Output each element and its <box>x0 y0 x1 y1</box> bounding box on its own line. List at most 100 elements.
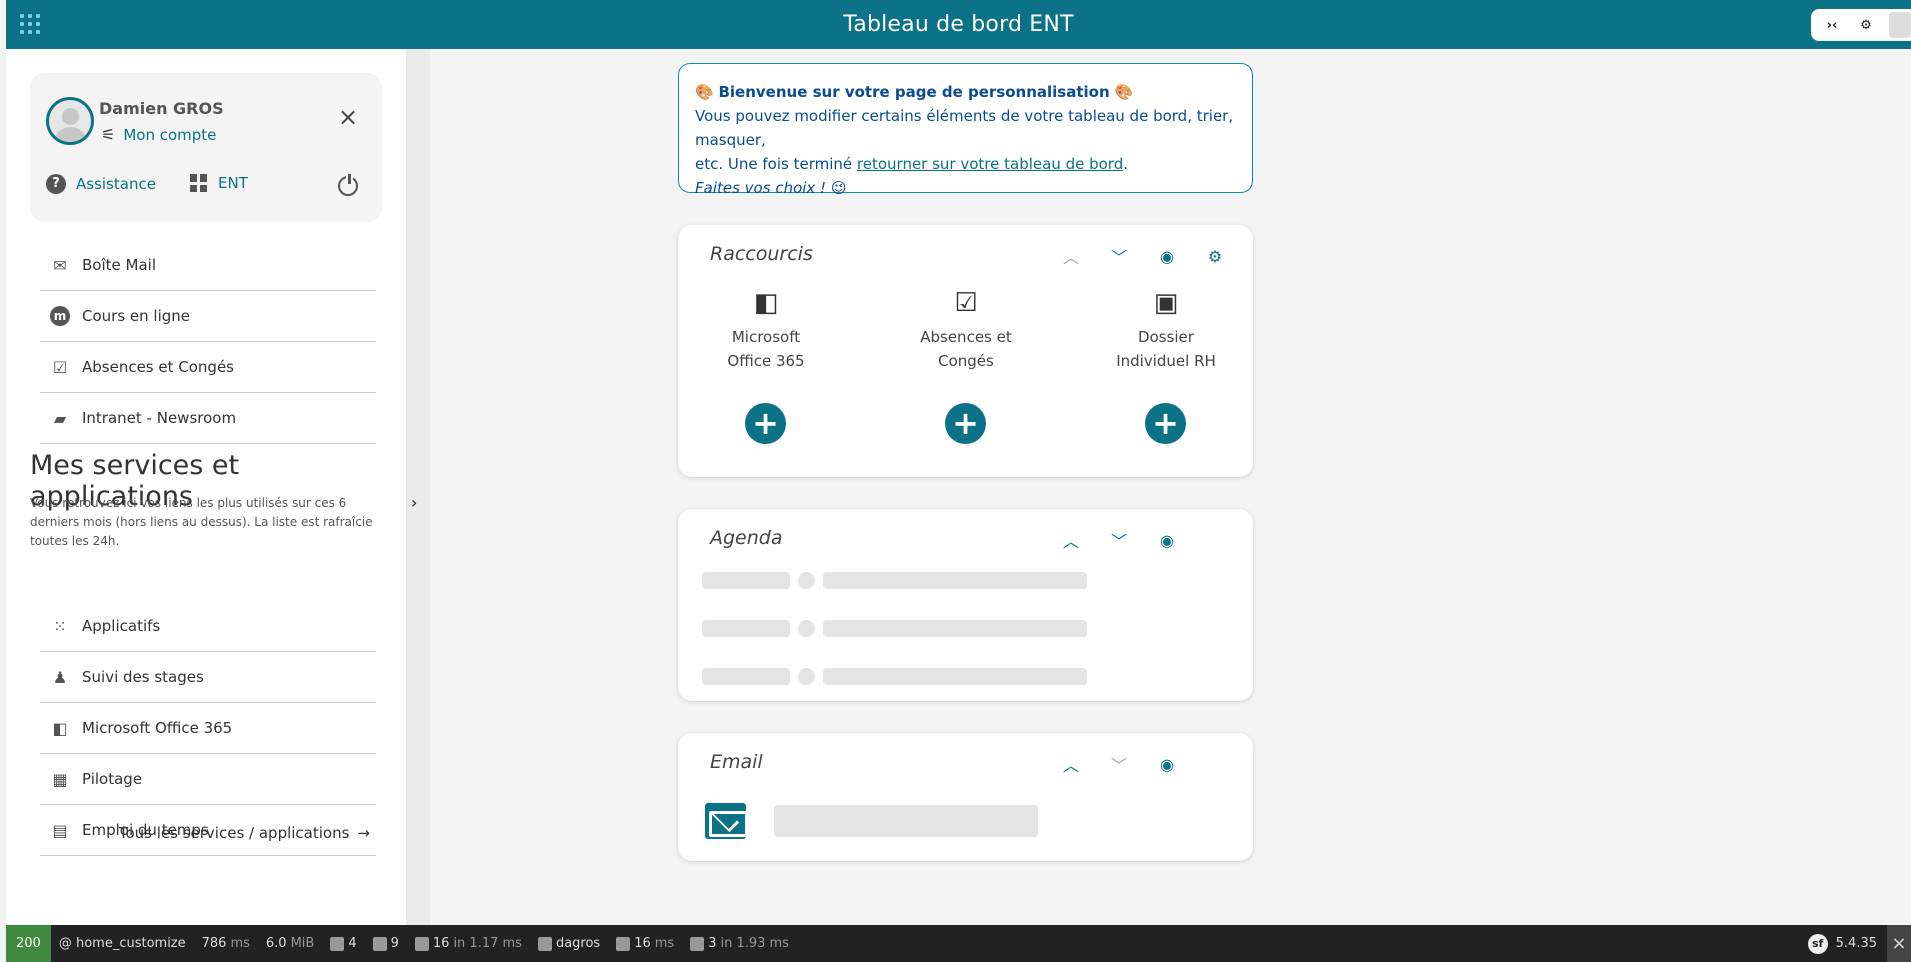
close-icon[interactable]: × <box>338 105 358 129</box>
calendar-icon: ▤ <box>52 820 68 840</box>
moodle-icon: m <box>50 306 70 326</box>
shortcut-office[interactable]: ◧ Microsoft Office 365 <box>706 289 826 373</box>
gear-icon[interactable]: ⚙ <box>1202 243 1228 269</box>
palette-emoji-icon: 🎨 <box>695 83 714 101</box>
twig-icon <box>616 936 631 951</box>
gear-icon[interactable]: ⚙ <box>1855 14 1877 36</box>
chevron-down-icon[interactable]: ﹀ <box>1106 527 1132 553</box>
shortcut-label: Absences et <box>920 328 1012 346</box>
dashboard-icon <box>190 174 208 192</box>
power-icon[interactable] <box>338 174 358 196</box>
card-title: Email <box>710 751 763 773</box>
shortcut-label: Congés <box>938 352 994 370</box>
palette-emoji-icon: 🎨 <box>1114 83 1134 101</box>
services-description: Vous retrouvez ici vos liens les plus ut… <box>30 496 373 548</box>
service-label: Pilotage <box>82 770 143 788</box>
card-controls: ︿ ﹀ ◉ <box>1058 751 1180 777</box>
memory-info[interactable]: 6.0 MiB <box>258 936 322 951</box>
skeleton-placeholder <box>702 620 790 637</box>
route-info[interactable]: @ home_customize <box>51 936 194 951</box>
db-info[interactable]: 3 in 1.93 ms <box>682 936 797 951</box>
collapse-arrows-icon[interactable]: ›‹ <box>1821 14 1843 36</box>
eye-icon[interactable]: ◉ <box>1154 751 1180 777</box>
twig-unit: ms <box>654 936 675 951</box>
welcome-line1: Vous pouvez modifier certains éléments d… <box>695 107 1234 149</box>
events-count: 4 <box>348 936 357 951</box>
skeleton-placeholder <box>823 620 1087 637</box>
symfony-logo-icon[interactable]: sf <box>1807 933 1828 954</box>
card-title: Agenda <box>710 527 783 549</box>
add-shortcut-button[interactable]: + <box>1145 403 1186 444</box>
chevron-down-icon[interactable]: ﹀ <box>1106 243 1132 269</box>
events-info[interactable]: 4 <box>322 936 364 951</box>
welcome-line2-prefix: etc. Une fois terminé <box>695 155 853 173</box>
cache-info[interactable]: 16 in 1.17 ms <box>407 936 530 951</box>
memory-value: 6.0 <box>265 936 287 951</box>
office-icon: ◧ <box>52 718 68 738</box>
debug-toolbar: 200 @ home_customize 786 ms 6.0 MiB 4 9 … <box>6 925 1911 962</box>
header-tools: ›‹ ⚙ <box>1811 9 1911 41</box>
shortcut-label: Microsoft <box>731 328 801 346</box>
status-badge[interactable]: 200 <box>6 925 51 962</box>
ent-link[interactable]: ENT <box>190 174 248 192</box>
sidebar: Damien GROS ⚟ Mon compte × ? Assistance … <box>6 49 406 925</box>
skeleton-placeholder <box>798 668 815 685</box>
add-shortcut-button[interactable]: + <box>945 403 986 444</box>
user-info[interactable]: dagros <box>530 936 608 951</box>
quick-link-label: Absences et Congés <box>82 358 234 376</box>
id-badge-icon: ▣ <box>1153 288 1179 318</box>
quick-link-courses[interactable]: m Cours en ligne <box>40 291 376 342</box>
top-header: Tableau de bord ENT ›‹ ⚙ <box>6 0 1911 49</box>
all-services-link[interactable]: Tous les services / applications → <box>119 824 370 842</box>
chevron-right-icon: › <box>411 493 418 512</box>
shortcut-dossier-rh[interactable]: ▣ Dossier Individuel RH <box>1106 289 1226 373</box>
return-dashboard-link[interactable]: retourner sur votre tableau de bord <box>857 155 1123 173</box>
time-info[interactable]: 786 ms <box>194 936 258 951</box>
quick-link-absences[interactable]: ☑ Absences et Congés <box>40 342 376 393</box>
shortcut-absences[interactable]: ☑ Absences et Congés <box>906 289 1026 373</box>
all-services-label: Tous les services / applications <box>118 824 350 842</box>
quick-link-label: Intranet - Newsroom <box>82 409 237 427</box>
sidebar-toggle[interactable]: › <box>406 49 430 925</box>
eye-icon[interactable]: ◉ <box>1154 527 1180 553</box>
add-shortcut-button[interactable]: + <box>745 403 786 444</box>
close-icon[interactable]: × <box>1887 925 1911 962</box>
assistance-link[interactable]: ? Assistance <box>46 174 156 194</box>
quick-link-intranet[interactable]: ▰ Intranet - Newsroom <box>40 393 376 444</box>
cache-time: in 1.17 ms <box>453 936 522 951</box>
mail-icon <box>705 803 748 839</box>
logs-info[interactable]: 9 <box>365 936 407 951</box>
user-avatar-icon[interactable] <box>1889 12 1911 38</box>
avatar <box>46 97 94 145</box>
eye-icon[interactable]: ◉ <box>1154 243 1180 269</box>
welcome-line3: Faites vos choix ! <box>695 179 827 197</box>
service-pilotage[interactable]: ▦ Pilotage <box>40 754 376 805</box>
welcome-line2-suffix: . <box>1123 155 1129 173</box>
chevron-up-icon[interactable]: ︿ <box>1058 243 1084 269</box>
quick-link-mail[interactable]: ✉ Boîte Mail <box>40 240 376 291</box>
cache-count: 16 <box>432 936 450 951</box>
service-office[interactable]: ◧ Microsoft Office 365 <box>40 703 376 754</box>
chevron-up-icon[interactable]: ︿ <box>1058 751 1084 777</box>
symfony-version[interactable]: 5.4.35 <box>1836 936 1877 951</box>
skeleton-placeholder <box>823 572 1087 589</box>
user-icon <box>537 936 552 951</box>
account-label: Mon compte <box>123 125 217 144</box>
assistance-label: Assistance <box>76 175 156 193</box>
service-stages[interactable]: ♟ Suivi des stages <box>40 652 376 703</box>
services-list: ⁙ Applicatifs ♟ Suivi des stages ◧ Micro… <box>40 601 376 856</box>
service-label: Applicatifs <box>82 617 161 635</box>
twig-info[interactable]: 16 ms <box>608 936 682 951</box>
apps-grid-icon: ⁙ <box>53 616 67 636</box>
layers-icon <box>414 936 429 951</box>
service-applicatifs[interactable]: ⁙ Applicatifs <box>40 601 376 652</box>
account-link[interactable]: ⚟ Mon compte <box>101 125 216 144</box>
help-icon: ? <box>46 174 66 194</box>
shortcut-label: Dossier <box>1138 328 1194 346</box>
chevron-down-icon[interactable]: ﹀ <box>1106 751 1132 777</box>
welcome-heading: Bienvenue sur votre page de personnalisa… <box>718 83 1110 101</box>
chevron-up-icon[interactable]: ︿ <box>1058 527 1084 553</box>
skeleton-placeholder <box>702 572 790 589</box>
profile-card: Damien GROS ⚟ Mon compte × ? Assistance … <box>30 73 382 222</box>
quick-link-label: Boîte Mail <box>82 256 156 274</box>
